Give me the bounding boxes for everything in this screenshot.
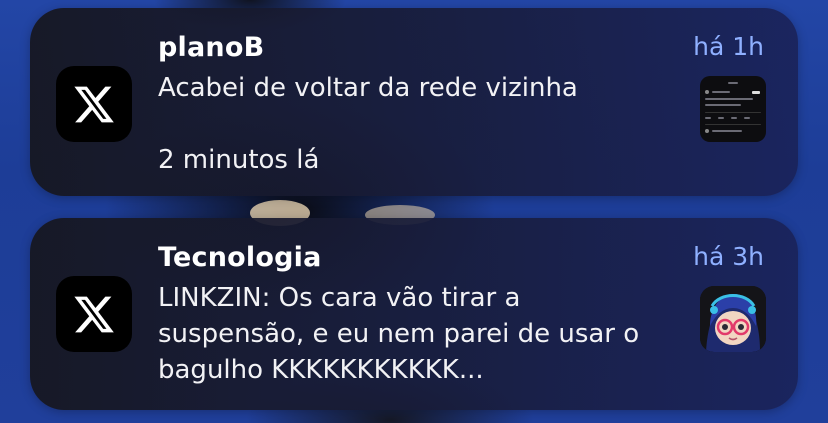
notification-body-line: Acabei de voltar da rede vizinha bbox=[158, 73, 578, 103]
avatar-illustration bbox=[700, 286, 766, 352]
notification-body-line: 2 minutos lá bbox=[158, 145, 320, 175]
post-screenshot-thumbnail bbox=[700, 76, 766, 142]
notification-title: planoB bbox=[158, 32, 265, 63]
notification-time: há 3h bbox=[693, 242, 764, 271]
x-app-icon bbox=[56, 66, 132, 142]
avatar-thumbnail bbox=[700, 286, 766, 352]
x-logo-icon bbox=[74, 296, 114, 333]
notification-title: Tecnologia bbox=[158, 242, 322, 273]
notification-body-line: LINKZIN: Os cara vão tirar a bbox=[158, 283, 521, 313]
notification-card[interactable]: Tecnologia há 3h LINKZIN: Os cara vão ti… bbox=[30, 218, 798, 410]
x-app-icon bbox=[56, 276, 132, 352]
notification-card[interactable]: planoB há 1h Acabei de voltar da rede vi… bbox=[30, 8, 798, 196]
x-logo-icon bbox=[74, 86, 114, 123]
notification-body-line bbox=[158, 106, 688, 142]
notification-body: LINKZIN: Os cara vão tirar a suspensão, … bbox=[158, 280, 688, 388]
notification-body: Acabei de voltar da rede vizinha 2 minut… bbox=[158, 70, 688, 178]
notification-body-line: suspensão, e eu nem parei de usar o bbox=[158, 319, 640, 349]
notification-time: há 1h bbox=[693, 32, 764, 61]
notification-body-line: bagulho KKKKKKKKKKK... bbox=[158, 355, 484, 385]
